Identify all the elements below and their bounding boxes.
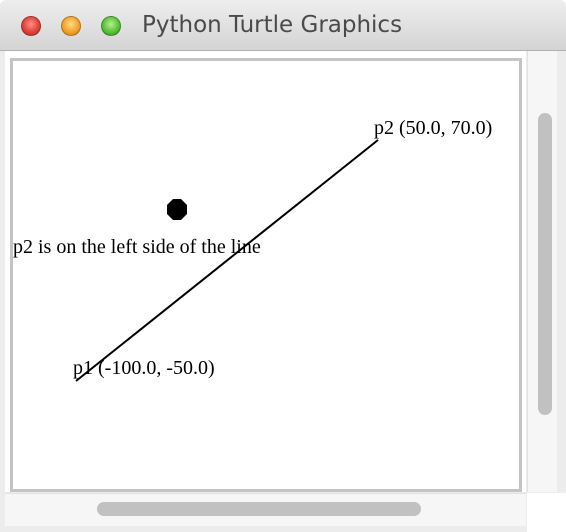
turtle-drawing: p2 (50.0, 70.0) p2 is on the left side o…: [13, 117, 492, 382]
label-p1: p1 (-100.0, -50.0): [73, 357, 215, 379]
line-p1-p2: [75, 139, 379, 382]
vertical-scroll-thumb[interactable]: [538, 113, 552, 415]
window-edge: [557, 51, 566, 493]
label-message: p2 is on the left side of the line: [13, 236, 261, 258]
turtle-dot: [167, 199, 187, 220]
horizontal-scroll-thumb[interactable]: [97, 502, 421, 516]
turtle-window: Python Turtle Graphics p2 (50.0, 70.0) p…: [0, 0, 566, 532]
scroll-corner: [527, 493, 566, 532]
label-p2: p2 (50.0, 70.0): [374, 117, 492, 139]
